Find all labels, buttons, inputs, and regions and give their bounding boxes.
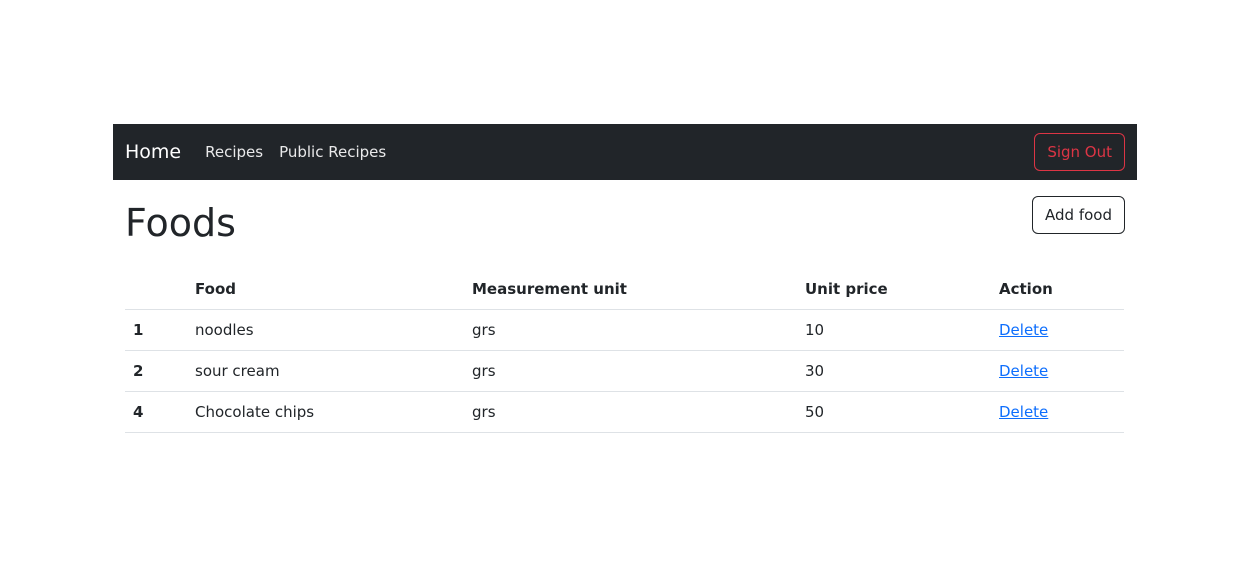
foods-table: Food Measurement unit Unit price Action … <box>125 268 1124 434</box>
row-food: noodles <box>187 309 464 352</box>
header-action: Action <box>991 268 1124 311</box>
header-unit-price: Unit price <box>797 268 991 311</box>
row-index: 1 <box>125 309 187 352</box>
navbar: Home Recipes Public Recipes Sign Out <box>113 124 1137 180</box>
row-unit: grs <box>464 309 797 352</box>
app-container: Home Recipes Public Recipes Sign Out Foo… <box>113 124 1137 434</box>
nav-public-recipes-link[interactable]: Public Recipes <box>279 143 386 161</box>
table-row: 1 noodles grs 10 Delete <box>125 309 1124 352</box>
main-content: Foods Add food Food Measurement unit Uni… <box>113 180 1137 434</box>
title-row: Foods Add food <box>125 196 1125 247</box>
row-action-cell: Delete <box>991 309 1124 352</box>
add-food-button[interactable]: Add food <box>1032 196 1125 234</box>
header-measurement-unit: Measurement unit <box>464 268 797 311</box>
header-index <box>125 268 187 311</box>
delete-link[interactable]: Delete <box>999 321 1048 339</box>
delete-link[interactable]: Delete <box>999 403 1048 421</box>
page-title: Foods <box>125 201 236 245</box>
row-unit: grs <box>464 350 797 393</box>
row-price: 10 <box>797 309 991 352</box>
nav-recipes-link[interactable]: Recipes <box>205 143 263 161</box>
row-food: sour cream <box>187 350 464 393</box>
row-price: 50 <box>797 391 991 434</box>
table-header-row: Food Measurement unit Unit price Action <box>125 268 1124 311</box>
row-index: 4 <box>125 391 187 434</box>
row-unit: grs <box>464 391 797 434</box>
row-action-cell: Delete <box>991 350 1124 393</box>
sign-out-button[interactable]: Sign Out <box>1034 133 1125 171</box>
nav-home-link[interactable]: Home <box>125 141 181 163</box>
delete-link[interactable]: Delete <box>999 362 1048 380</box>
table-row: 2 sour cream grs 30 Delete <box>125 350 1124 393</box>
header-food: Food <box>187 268 464 311</box>
row-food: Chocolate chips <box>187 391 464 434</box>
row-price: 30 <box>797 350 991 393</box>
row-action-cell: Delete <box>991 391 1124 434</box>
table-row: 4 Chocolate chips grs 50 Delete <box>125 391 1124 434</box>
row-index: 2 <box>125 350 187 393</box>
